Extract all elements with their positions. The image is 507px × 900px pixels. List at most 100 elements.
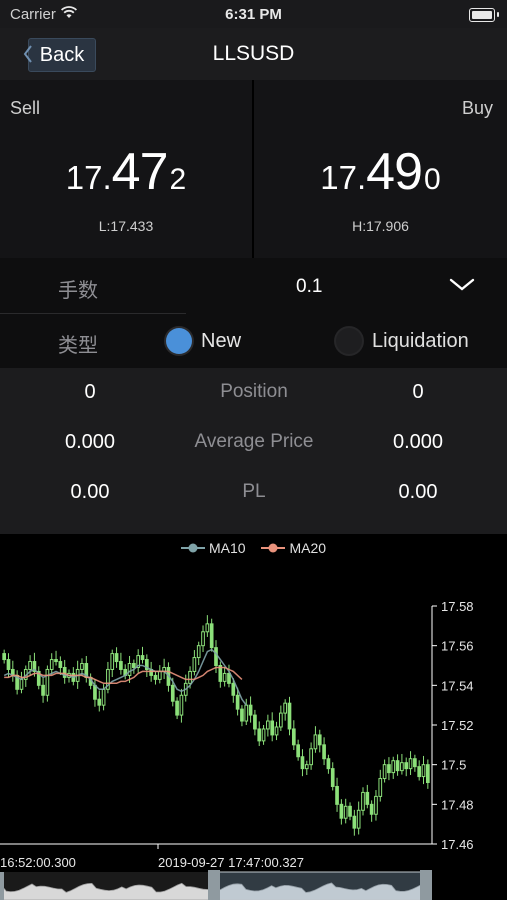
candle-body	[356, 809, 361, 829]
candle-body	[400, 762, 404, 772]
candle-body	[58, 661, 63, 668]
navigator-handle-right[interactable]	[420, 870, 432, 900]
y-tick-label: 17.58	[441, 599, 474, 614]
buy-price-big: 49	[366, 143, 423, 201]
candle-body	[248, 704, 253, 716]
candle-body	[132, 663, 136, 668]
candle-body	[188, 670, 192, 684]
type-label: 类型	[58, 335, 98, 357]
candle-body	[408, 758, 413, 770]
sell-price-last: 2	[169, 163, 187, 196]
candle-body	[291, 728, 296, 746]
candle-body	[205, 623, 210, 633]
candle-body	[335, 785, 339, 805]
candle-body	[313, 734, 318, 750]
candle-body	[222, 672, 227, 682]
average-price-sell-value: 0.000	[64, 431, 116, 453]
position-buy-value: 0	[412, 381, 424, 403]
radio-liquidation[interactable]	[336, 328, 362, 354]
candle-body	[361, 791, 365, 811]
candle-body	[352, 815, 357, 829]
candle-body	[93, 684, 97, 700]
candle-body	[378, 778, 383, 797]
candle-body	[157, 670, 162, 680]
candle-body	[287, 702, 292, 730]
candle-body	[413, 758, 417, 768]
average-price-label: Average Price	[194, 431, 314, 452]
pl-sell-value: 0.00	[70, 481, 110, 503]
candle-body	[235, 694, 240, 710]
candle-body	[244, 704, 249, 722]
buy-high: H:17.906	[352, 218, 409, 234]
back-button-label: Back	[39, 43, 85, 66]
y-tick-label: 17.5	[441, 758, 466, 773]
candle-body	[127, 663, 132, 676]
price-chart[interactable]: MA10 MA20 17.58 17.56 17.54 17.52 17.5 17.48 1…	[0, 534, 507, 900]
pl-label: PL	[242, 481, 266, 502]
candle-body	[119, 661, 123, 670]
radio-new[interactable]	[166, 328, 192, 354]
back-button[interactable]: Back	[23, 38, 96, 72]
status-time: 6:31 PM	[225, 6, 282, 23]
buy-quote-panel[interactable]: Buy 17.490 H:17.906	[254, 80, 507, 258]
candle-body	[231, 682, 236, 696]
lots-value[interactable]: 0.1	[296, 276, 322, 298]
candle-body	[209, 623, 214, 649]
candle-body	[300, 756, 305, 770]
candle-body	[283, 702, 288, 714]
candle-body	[317, 734, 322, 746]
candle-body	[266, 720, 270, 730]
candlestick-chart[interactable]: 17.58 17.56 17.54 17.52 17.5 17.48 17.46 16:52:…	[0, 534, 507, 900]
pl-row: 0.00 PL 0.00	[0, 481, 507, 521]
candle-body	[192, 657, 197, 672]
candle-body	[326, 758, 331, 770]
positions-panel: 0 Position 0 0.000 Average Price 0.000 0…	[0, 368, 507, 534]
candle-body	[391, 760, 396, 774]
candle-body	[421, 764, 426, 778]
lots-label: 手数	[58, 280, 98, 302]
candle-body	[19, 678, 24, 690]
candle-body	[110, 653, 115, 670]
candle-body	[49, 659, 54, 670]
y-tick-label: 17.48	[441, 797, 474, 812]
sell-label: Sell	[10, 98, 41, 118]
candle-body	[404, 762, 409, 770]
candle-body	[343, 805, 348, 819]
position-sell-value: 0	[84, 381, 96, 403]
candle-body	[179, 694, 184, 716]
sell-price-big: 47	[111, 143, 169, 201]
candle-body	[387, 764, 391, 774]
candle-body	[330, 768, 335, 787]
y-tick-label: 17.52	[441, 718, 474, 733]
lots-row[interactable]: 手数 0.1	[0, 258, 507, 313]
candle-body	[45, 668, 50, 696]
candle-body	[175, 700, 179, 716]
candle-body	[374, 795, 378, 815]
candle-body	[2, 653, 7, 661]
position-row: 0 Position 0	[0, 381, 507, 421]
candle-body	[214, 647, 218, 667]
buy-label: Buy	[461, 98, 493, 118]
position-label: Position	[220, 381, 288, 402]
battery-icon	[469, 8, 499, 22]
buy-price-last: 0	[424, 163, 441, 196]
chevron-down-icon[interactable]	[448, 276, 476, 294]
candle-body	[365, 791, 370, 805]
candle-body	[395, 760, 400, 772]
radio-new-label[interactable]: New	[201, 330, 241, 353]
chevron-left-icon	[23, 45, 32, 63]
sell-price: 17.472	[0, 142, 252, 202]
sell-quote-panel[interactable]: Sell 17.472 L:17.433	[0, 80, 252, 258]
order-form: 手数 0.1 类型 New Liquidation	[0, 258, 507, 368]
average-price-buy-value: 0.000	[392, 431, 444, 453]
radio-liquidation-label[interactable]: Liquidation	[372, 330, 469, 353]
navigator-handle-left[interactable]	[208, 870, 220, 900]
candle-body	[296, 744, 300, 758]
candle-body	[304, 764, 309, 770]
candle-body	[274, 726, 279, 736]
candle-body	[153, 674, 158, 680]
candle-body	[227, 672, 231, 684]
candle-body	[28, 661, 32, 670]
candle-body	[270, 720, 275, 736]
buy-price-int: 17.	[320, 159, 367, 196]
